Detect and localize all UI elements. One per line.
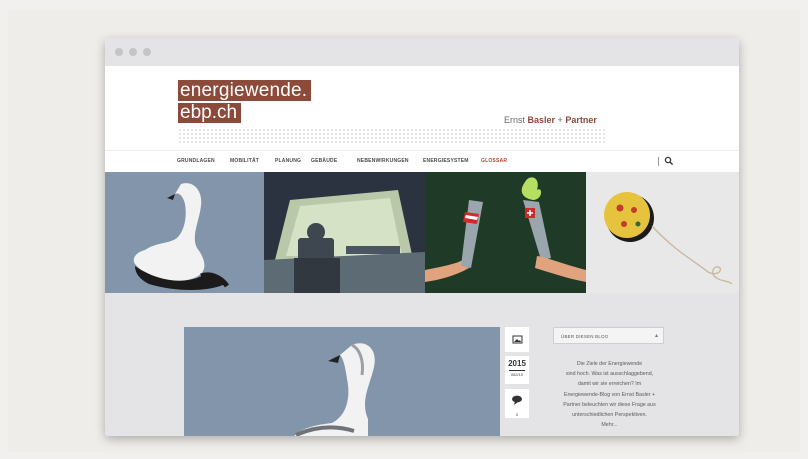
about-line: Partner beleuchten wir diese Frage aus xyxy=(563,401,656,408)
partner-logo: Ernst Basler + Partner xyxy=(504,115,597,125)
comments-box[interactable]: 0 xyxy=(505,389,529,418)
search-icon[interactable] xyxy=(664,156,674,166)
window-dot xyxy=(115,48,123,56)
dotted-rule xyxy=(178,141,606,143)
nav-item-planung[interactable]: PLANUNG xyxy=(275,158,301,164)
partner-name: Basler xyxy=(527,115,556,125)
about-line: Energiewende-Blog von Ernst Basler + xyxy=(563,391,656,398)
main-nav: GRUNDLAGEN MOBILITÄT PLANUNG GEBÄUDE NEB… xyxy=(105,150,739,173)
window-dot xyxy=(143,48,151,56)
window-dot xyxy=(129,48,137,56)
nav-divider xyxy=(658,157,659,166)
hero-banner xyxy=(105,172,739,293)
site-header: energiewende. ebp.ch Ernst Basler + Part… xyxy=(105,66,739,150)
comment-icon xyxy=(512,395,522,405)
date-divider xyxy=(509,370,525,371)
about-line: unterschiedlichen Perspektiven. xyxy=(572,412,647,419)
chevron-down-icon: ▴ xyxy=(655,333,659,339)
about-blog-select-label: ÜBER DIESEN BLOG xyxy=(561,334,609,339)
nav-item-energiesystem[interactable]: ENERGIESYSTEM xyxy=(423,158,469,164)
about-line: sind hoch. Was ist ausschlaggebend, xyxy=(565,371,654,378)
hero-tile-yoyo[interactable] xyxy=(586,172,739,293)
nav-item-gebaeude[interactable]: GEBÄUDE xyxy=(311,158,337,164)
partner-prefix: Ernst xyxy=(504,115,528,125)
post-date: 082/10 xyxy=(510,372,524,377)
dotted-rule xyxy=(178,133,606,135)
about-blog-select[interactable]: ÜBER DIESEN BLOG ▴ xyxy=(553,327,664,344)
main-content: 2015 082/10 0 ÜBER DIESEN BLOG ▴ Die Zie… xyxy=(105,293,739,436)
torches-illustration xyxy=(425,177,586,282)
featured-post-image[interactable] xyxy=(184,327,500,436)
about-blog-text: Die Ziele der Energiewende sind hoch. Wa… xyxy=(552,359,667,430)
nav-item-nebenwirkungen[interactable]: NEBENWIRKUNGEN xyxy=(357,158,409,164)
nav-item-glossar[interactable]: GLOSSAR xyxy=(481,158,507,164)
swan-feature-illustration xyxy=(294,343,375,436)
about-line: Die Ziele der Energiewende xyxy=(576,361,643,367)
dotted-rule xyxy=(178,129,606,131)
post-date-box: 2015 082/10 xyxy=(505,356,529,384)
control-room-illustration xyxy=(264,190,425,293)
about-line: damit wir sie erreichen? Im xyxy=(577,381,642,388)
window-titlebar xyxy=(105,38,739,66)
image-format-icon xyxy=(512,335,523,344)
more-link[interactable]: Mehr... xyxy=(552,420,667,430)
swan-illustration xyxy=(133,183,230,290)
hero-tile-swan[interactable] xyxy=(105,172,264,293)
browser-window: energiewende. ebp.ch Ernst Basler + Part… xyxy=(105,38,739,436)
dotted-rule xyxy=(178,137,606,139)
logo-line-1[interactable]: energiewende. xyxy=(178,80,312,101)
nav-item-grundlagen[interactable]: GRUNDLAGEN xyxy=(177,158,215,164)
comment-count: 0 xyxy=(515,412,519,417)
yoyo-illustration xyxy=(604,192,733,285)
partner-plus: + xyxy=(555,115,566,125)
nav-item-mobilitaet[interactable]: MOBILITÄT xyxy=(230,158,259,164)
partner-name-2: Partner xyxy=(565,115,597,125)
post-year: 2015 xyxy=(508,359,526,368)
logo-line-2[interactable]: ebp.ch xyxy=(178,103,242,123)
hero-tile-control-room[interactable] xyxy=(264,172,425,293)
hero-tile-torches[interactable] xyxy=(425,172,586,293)
post-format-box xyxy=(505,327,529,352)
